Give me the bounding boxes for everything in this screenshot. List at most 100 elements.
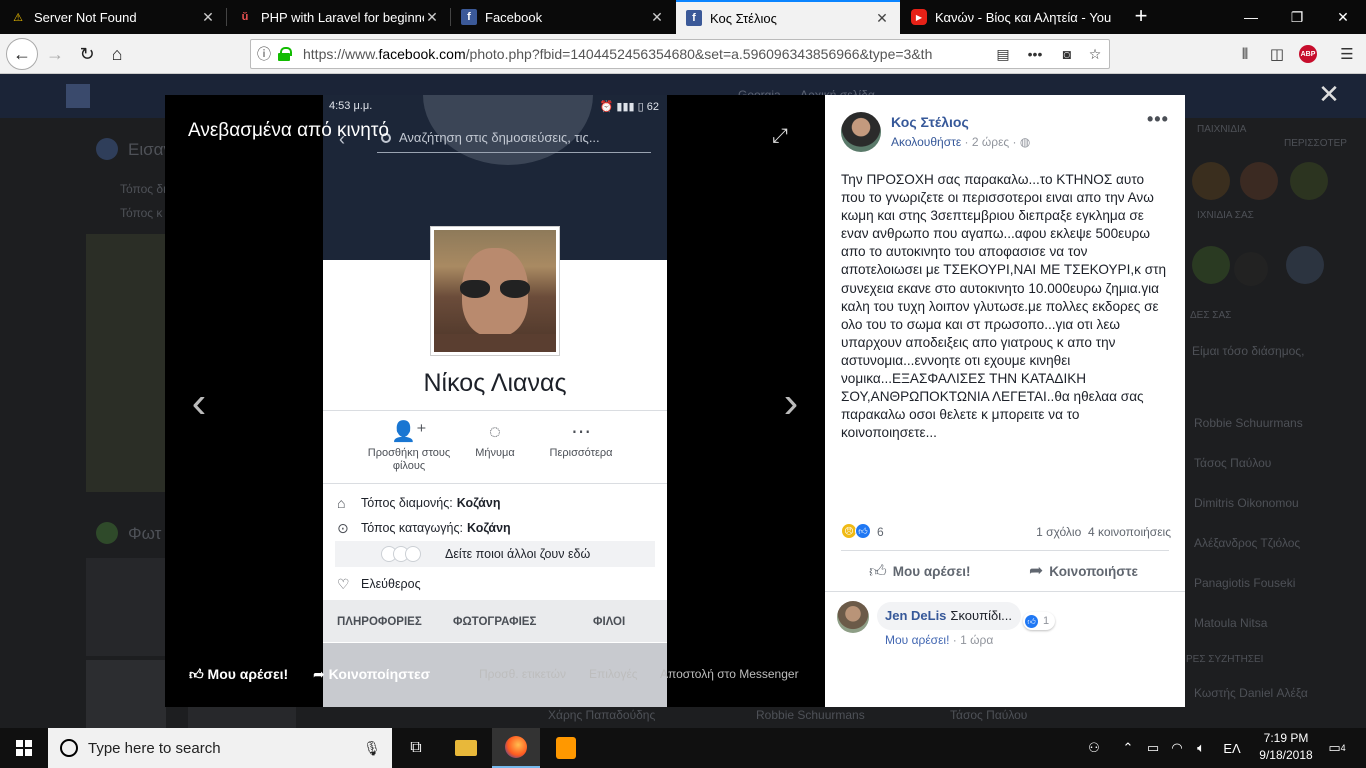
globe-icon: ◍ bbox=[1019, 135, 1031, 149]
tab-server-not-found[interactable]: ⚠ Server Not Found ✕ bbox=[0, 0, 226, 34]
follow-link[interactable]: Ακολουθήστε bbox=[891, 135, 961, 149]
tab-facebook[interactable]: f Facebook ✕ bbox=[451, 0, 675, 34]
power-icon[interactable]: ▭ bbox=[1142, 728, 1164, 768]
taskbar-clock[interactable]: 7:19 PM 9/18/2018 bbox=[1254, 730, 1318, 764]
more-action: ⋯ Περισσότερα bbox=[531, 417, 631, 460]
taskbar: Type here to search 🎙︎ ⧉ ⚇ ⌃ ▭ ◠ 🔈︎ ΕΛ 7… bbox=[0, 728, 1366, 768]
pocket-icon[interactable]: ◙ bbox=[1053, 46, 1081, 62]
relationship-status: Ελεύθερος bbox=[361, 577, 421, 591]
restore-button[interactable]: ❐ bbox=[1274, 0, 1320, 34]
task-view-button[interactable]: ⧉ bbox=[392, 728, 440, 768]
tab-title: Server Not Found bbox=[34, 9, 137, 25]
warning-icon: ⚠ bbox=[13, 11, 23, 24]
library-icon[interactable]: ⫴ bbox=[1230, 39, 1260, 69]
comment-like-count[interactable]: 👍︎ 1 bbox=[1023, 612, 1056, 630]
fullscreen-icon[interactable]: ⤢ bbox=[772, 126, 792, 146]
lives-value: Κοζάνη bbox=[456, 496, 501, 510]
post-time[interactable]: 2 ώρες bbox=[972, 135, 1009, 149]
like-button[interactable]: 👍︎ Μου αρέσει! bbox=[869, 561, 971, 582]
info-icon[interactable]: ⓘ bbox=[251, 44, 277, 64]
comments-shares-count[interactable]: 1 σχόλιο 4 κοινοποιήσεις bbox=[1036, 525, 1171, 539]
intro-from: Τόπος κ bbox=[120, 206, 163, 220]
microphone-icon[interactable]: 🎙︎ bbox=[352, 740, 392, 757]
adblock-plus-icon: ABP bbox=[1299, 45, 1317, 63]
featured-photo bbox=[86, 234, 166, 492]
menu-icon[interactable]: ☰ bbox=[1332, 39, 1362, 69]
reload-button[interactable]: ↻ bbox=[72, 39, 102, 69]
taskbar-search[interactable]: Type here to search 🎙︎ bbox=[48, 728, 392, 768]
contact-name: Κωστής Daniel Αλέξα bbox=[1194, 686, 1308, 700]
comment-like-link[interactable]: Μου αρέσει! bbox=[885, 633, 949, 647]
close-window-button[interactable]: ✕ bbox=[1320, 0, 1366, 34]
like-reaction-icon[interactable]: 👍︎ bbox=[855, 523, 871, 539]
tab-laravel[interactable]: ŭ PHP with Laravel for beginners ✕ bbox=[227, 0, 450, 34]
close-tab-icon[interactable]: ✕ bbox=[200, 9, 216, 26]
new-tab-button[interactable]: + bbox=[1128, 4, 1154, 30]
forward-button[interactable]: → bbox=[40, 39, 70, 69]
tab-title: Κανών - Βίος και Αλητεία - You bbox=[935, 9, 1112, 25]
show-hidden-icons-button[interactable]: ⌃ bbox=[1118, 728, 1138, 768]
tag-photo-button[interactable]: Προσθ. ετικετών bbox=[479, 667, 566, 681]
volume-icon[interactable]: 🔈︎ bbox=[1190, 728, 1212, 768]
post-options-button[interactable]: ••• bbox=[1147, 109, 1169, 130]
sublime-text-button[interactable] bbox=[542, 728, 590, 768]
tab-title: Κος Στέλιος bbox=[710, 10, 777, 26]
shirt-shape bbox=[434, 334, 556, 352]
action-center-button[interactable]: ▭ 4 bbox=[1322, 728, 1352, 768]
url-text[interactable]: https://www.facebook.com/photo.php?fbid=… bbox=[303, 46, 989, 62]
comment-time[interactable]: 1 ώρα bbox=[960, 633, 993, 647]
see-who-lives-here: Δείτε ποιοι άλλοι ζουν εδώ bbox=[335, 541, 655, 567]
comment-author-link[interactable]: Jen DeLis bbox=[885, 608, 946, 623]
previous-photo-button[interactable]: ‹ bbox=[184, 381, 214, 425]
chevron-right-icon: › bbox=[783, 378, 799, 427]
page-actions-icon[interactable]: ••• bbox=[1017, 46, 1053, 62]
url-path: /photo.php?fbid=1404452456354680&set=a.5… bbox=[465, 46, 933, 62]
url-bar[interactable]: ⓘ https://www.facebook.com/photo.php?fbi… bbox=[250, 39, 1110, 69]
wifi-icon[interactable]: ◠ bbox=[1166, 728, 1188, 768]
share-button[interactable]: ➦ Κοινοποιήστε bbox=[1029, 561, 1138, 581]
comment-avatar[interactable] bbox=[837, 601, 869, 633]
sidebar-icon[interactable]: ◫ bbox=[1262, 39, 1292, 69]
adblock-plus-button[interactable]: ABP bbox=[1293, 39, 1323, 69]
group-name: Είμαι τόσο διάσημος, bbox=[1192, 344, 1305, 358]
next-photo-button[interactable]: › bbox=[776, 381, 806, 425]
youtube-icon: ▶ bbox=[911, 9, 927, 25]
close-lightbox-button[interactable]: ✕ bbox=[1316, 81, 1342, 108]
bookmark-star-icon[interactable]: ☆ bbox=[1081, 46, 1109, 63]
language-indicator[interactable]: ΕΛ bbox=[1218, 728, 1246, 768]
relationship-row: ♡ Ελεύθερος bbox=[337, 574, 421, 594]
photo-like-button[interactable]: 👍︎ Μου αρέσει! bbox=[189, 666, 288, 683]
avatar[interactable] bbox=[841, 112, 881, 152]
firefox-button[interactable] bbox=[492, 728, 540, 768]
tab-youtube[interactable]: ▶ Κανών - Βίος και Αλητεία - You bbox=[901, 0, 1125, 34]
arrow-right-icon: → bbox=[46, 43, 64, 64]
reader-view-icon[interactable]: ▤ bbox=[989, 46, 1017, 63]
tab-friends: ΦΙΛΟΙ bbox=[593, 616, 626, 628]
photo-share-button[interactable]: ➦ Κοινοποίηστεσ bbox=[313, 666, 430, 683]
back-button[interactable]: ← bbox=[6, 38, 38, 70]
reaction-count[interactable]: 6 bbox=[877, 525, 884, 539]
contact-name: Dimitris Oikonomou bbox=[1194, 496, 1299, 510]
contact-name: Τάσος Παύλου bbox=[1194, 456, 1272, 470]
divider bbox=[323, 483, 667, 484]
close-tab-icon[interactable]: ✕ bbox=[649, 9, 665, 26]
start-button[interactable] bbox=[0, 728, 48, 768]
send-messenger-button[interactable]: Αποστολή στο Messenger bbox=[660, 667, 799, 681]
people-icon[interactable]: ⚇ bbox=[1082, 728, 1106, 768]
photo-thumb bbox=[86, 660, 166, 728]
notification-count: 4 bbox=[1340, 743, 1346, 753]
lives-in-row: ⌂ Τόπος διαμονής: Κοζάνη bbox=[337, 493, 500, 513]
post-author-link[interactable]: Κος Στέλιος bbox=[891, 114, 969, 130]
sublime-text-icon bbox=[556, 737, 576, 759]
close-tab-icon[interactable]: ✕ bbox=[424, 9, 440, 26]
minimize-button[interactable]: — bbox=[1228, 0, 1274, 34]
options-button[interactable]: Επιλογές bbox=[589, 667, 638, 681]
heart-icon: ♡ bbox=[337, 575, 350, 592]
profile-name: Νίκος Λιανας bbox=[423, 369, 567, 397]
home-button[interactable]: ⌂ bbox=[102, 39, 132, 69]
tab-kos-stelios[interactable]: f Κος Στέλιος ✕ bbox=[676, 0, 900, 34]
close-tab-icon[interactable]: ✕ bbox=[874, 10, 890, 27]
file-explorer-button[interactable] bbox=[442, 728, 490, 768]
photo-action-bar: 👍︎ Μου αρέσει! ➦ Κοινοποίηστεσ Προσθ. ετ… bbox=[165, 656, 825, 696]
lives-label: Τόπος διαμονής: bbox=[361, 496, 453, 510]
